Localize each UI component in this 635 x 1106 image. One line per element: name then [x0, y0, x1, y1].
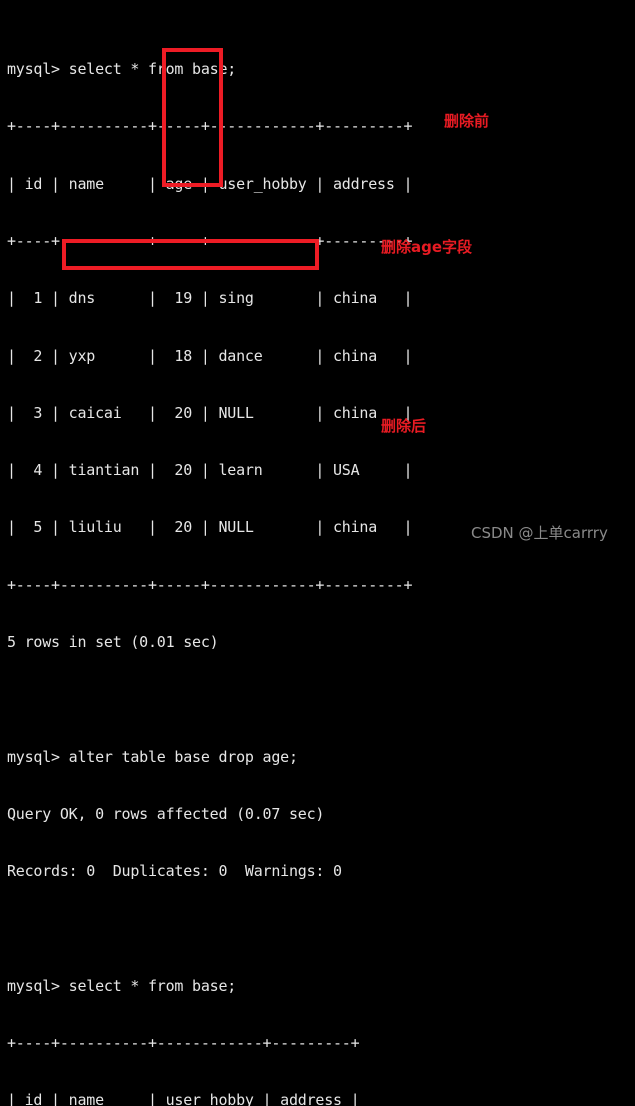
terminal-line: | 5 | liuliu | 20 | NULL | china |: [7, 518, 413, 537]
terminal-line: | 1 | dns | 19 | sing | china |: [7, 289, 413, 308]
terminal-line: Records: 0 Duplicates: 0 Warnings: 0: [7, 862, 342, 881]
terminal-window[interactable]: mysql> select * from base; +----+-------…: [0, 0, 635, 1106]
terminal-line: 5 rows in set (0.01 sec): [7, 633, 219, 651]
terminal-line: +----+----------+-----+------------+----…: [7, 575, 413, 594]
terminal-line: | 4 | tiantian | 20 | learn | USA |: [7, 461, 413, 480]
annotation-after-delete: 删除后: [381, 417, 427, 435]
watermark: CSDN @上单carrry: [471, 524, 608, 542]
terminal-line: | 3 | caicai | 20 | NULL | china |: [7, 403, 413, 422]
terminal-line: mysql> alter table base drop age;: [7, 747, 298, 766]
terminal-line: | id | name | user_hobby | address |: [7, 1091, 360, 1106]
terminal-line: +----+----------+-----+------------+----…: [7, 232, 413, 251]
terminal-line: +----+----------+-----+------------+----…: [7, 117, 413, 136]
terminal-line: mysql> select * from base;: [7, 60, 237, 79]
annotation-before-delete: 删除前: [444, 112, 490, 130]
terminal-line: mysql> select * from base;: [7, 976, 237, 995]
terminal-line: | 2 | yxp | 18 | dance | china |: [7, 346, 413, 365]
terminal-line: +----+----------+------------+---------+: [7, 1033, 360, 1052]
terminal-output: mysql> select * from base; +----+-------…: [7, 22, 413, 1106]
annotation-drop-age-field: 删除age字段: [381, 238, 473, 256]
terminal-line: Query OK, 0 rows affected (0.07 sec): [7, 804, 325, 823]
terminal-line: | id | name | age | user_hobby | address…: [7, 174, 413, 193]
